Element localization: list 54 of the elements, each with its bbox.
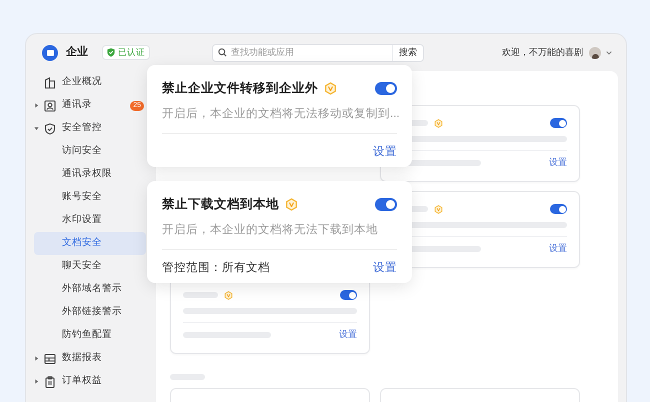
vip-hexagon-icon — [285, 198, 298, 211]
table-icon — [44, 352, 56, 364]
sidebar-subitem[interactable]: 文档安全 — [34, 232, 146, 255]
sidebar-subitem[interactable]: 防钓鱼配置 — [34, 324, 146, 347]
scope-text: 管控范围：所有文档 — [162, 260, 270, 276]
policy-title: 禁止下载文档到本地 — [162, 196, 279, 213]
policy-title: 禁止企业文件转移到企业外 — [162, 80, 318, 97]
vip-hexagon-icon — [324, 82, 337, 95]
toggle-switch[interactable] — [375, 198, 397, 211]
sidebar-subitem[interactable]: 通讯录权限 — [34, 163, 146, 186]
shield-check-icon — [107, 48, 115, 57]
placeholder-bar — [183, 292, 218, 298]
contact-card-icon — [44, 100, 56, 112]
sidebar-item[interactable]: 数据报表 — [34, 347, 146, 370]
search-input[interactable]: 查找功能或应用 — [231, 46, 392, 60]
settings-link[interactable]: 设置 — [373, 144, 397, 162]
sidebar-item[interactable]: 安全管控 — [34, 117, 146, 140]
settings-link[interactable]: 设置 — [549, 244, 567, 253]
toggle-switch[interactable] — [340, 290, 357, 300]
sidebar-subitem[interactable]: 账号安全 — [34, 186, 146, 209]
sidebar-subitem[interactable]: 访问安全 — [34, 140, 146, 163]
sidebar-subitem[interactable]: 聊天安全 — [34, 255, 146, 278]
sidebar-subitem[interactable]: 外部域名警示 — [34, 278, 146, 301]
verified-badge: 已认证 — [102, 45, 150, 60]
clipboard-icon — [44, 376, 56, 388]
settings-link[interactable]: 设置 — [339, 330, 357, 339]
sidebar-subitem[interactable]: 水印设置 — [34, 209, 146, 232]
policy-description: 开启后，本企业的文档将无法移动或复制到... — [162, 106, 397, 122]
org-name: 企业 — [66, 44, 88, 60]
caret-icon[interactable] — [34, 126, 39, 131]
vip-hexagon-icon — [434, 118, 443, 128]
toggle-switch[interactable] — [375, 82, 397, 95]
sidebar-subitem[interactable]: 外部链接警示 — [34, 301, 146, 324]
shield-icon — [44, 122, 56, 134]
settings-link[interactable]: 设置 — [549, 158, 567, 167]
toggle-switch[interactable] — [550, 118, 567, 128]
vip-hexagon-icon — [224, 290, 233, 300]
settings-link[interactable]: 设置 — [373, 260, 397, 278]
avatar-icon[interactable] — [589, 46, 601, 58]
sidebar-item[interactable]: 企业概况 — [34, 71, 146, 94]
caret-icon[interactable] — [34, 379, 39, 384]
welcome-text: 欢迎，不万能的喜剧 — [502, 46, 583, 59]
search-button[interactable]: 搜索 — [392, 44, 423, 60]
search-field[interactable]: 查找功能或应用 搜索 — [212, 44, 424, 62]
search-icon — [218, 48, 227, 57]
vip-hexagon-icon — [434, 204, 443, 214]
building-icon — [44, 76, 56, 88]
logo-icon — [42, 44, 58, 60]
chevron-down-icon[interactable] — [606, 50, 612, 54]
caret-icon[interactable] — [34, 103, 39, 108]
sidebar-item[interactable]: 订单权益 — [34, 370, 146, 393]
policy-description: 开启后，本企业的文档将无法下载到本地 — [162, 222, 379, 238]
caret-icon[interactable] — [34, 356, 39, 361]
toggle-switch[interactable] — [550, 204, 567, 214]
